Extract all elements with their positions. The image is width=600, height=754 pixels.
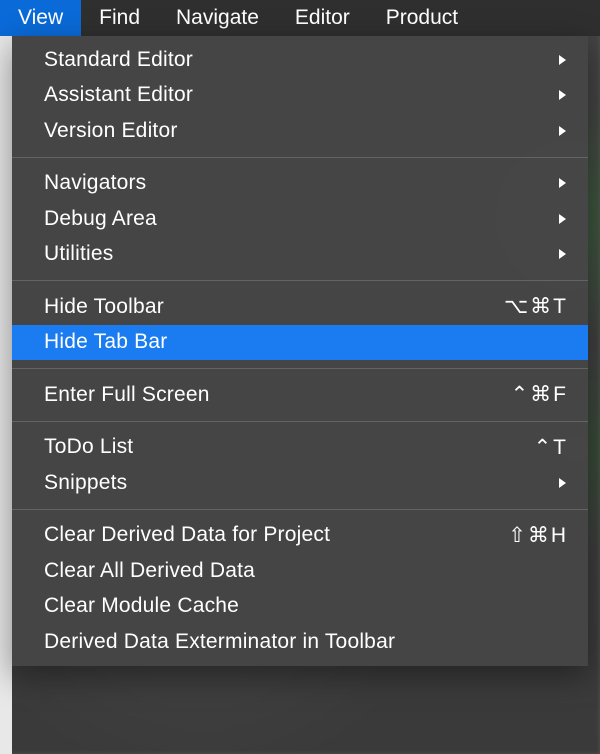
menu-item-clear-all-derived-data[interactable]: Clear All Derived Data	[12, 553, 588, 589]
menu-separator	[12, 157, 588, 158]
menu-item-label: Assistant Editor	[44, 83, 548, 107]
menu-item-label: Clear All Derived Data	[44, 559, 568, 583]
menu-item-shortcut: ⌃T	[488, 435, 568, 460]
submenu-arrow-icon	[548, 171, 568, 195]
menu-item-label: Utilities	[44, 242, 548, 266]
menu-item-shortcut: ⌃⌘F	[488, 382, 568, 407]
submenu-arrow-icon	[548, 471, 568, 495]
menu-item-utilities[interactable]: Utilities	[12, 237, 588, 273]
menu-item-clear-module-cache[interactable]: Clear Module Cache	[12, 589, 588, 625]
menu-item-label: Derived Data Exterminator in Toolbar	[44, 630, 568, 654]
submenu-arrow-icon	[548, 207, 568, 231]
menu-item-hide-toolbar[interactable]: Hide Toolbar⌥⌘T	[12, 289, 588, 325]
submenu-arrow-icon	[548, 48, 568, 72]
menu-separator	[12, 421, 588, 422]
menu-item-label: Enter Full Screen	[44, 383, 488, 407]
background-left-strip	[0, 36, 12, 754]
menu-item-label: Snippets	[44, 471, 548, 495]
menu-item-assistant-editor[interactable]: Assistant Editor	[12, 78, 588, 114]
menu-item-enter-full-screen[interactable]: Enter Full Screen⌃⌘F	[12, 377, 588, 413]
menu-item-hide-tab-bar[interactable]: Hide Tab Bar	[12, 325, 588, 361]
menu-item-clear-derived-data-project[interactable]: Clear Derived Data for Project⇧⌘H	[12, 518, 588, 554]
menu-item-shortcut: ⌥⌘T	[488, 294, 568, 319]
menu-item-derived-data-exterminator-toolbar[interactable]: Derived Data Exterminator in Toolbar	[12, 624, 588, 660]
menu-item-label: Clear Module Cache	[44, 594, 568, 618]
menu-item-shortcut: ⇧⌘H	[488, 523, 568, 548]
menubar-item-view[interactable]: View	[0, 0, 81, 36]
menu-separator	[12, 368, 588, 369]
menubar-item-editor[interactable]: Editor	[277, 0, 368, 36]
menu-item-version-editor[interactable]: Version Editor	[12, 113, 588, 149]
menu-item-label: Debug Area	[44, 207, 548, 231]
menu-item-navigators[interactable]: Navigators	[12, 166, 588, 202]
menu-separator	[12, 509, 588, 510]
menu-item-label: Clear Derived Data for Project	[44, 523, 488, 547]
menu-item-label: Navigators	[44, 171, 548, 195]
menu-item-label: Hide Toolbar	[44, 295, 488, 319]
menu-item-label: Version Editor	[44, 119, 548, 143]
menubar: View Find Navigate Editor Product	[0, 0, 600, 36]
submenu-arrow-icon	[548, 119, 568, 143]
menu-item-label: Standard Editor	[44, 48, 548, 72]
menu-item-label: ToDo List	[44, 435, 488, 459]
menu-item-debug-area[interactable]: Debug Area	[12, 201, 588, 237]
menu-item-snippets[interactable]: Snippets	[12, 465, 588, 501]
menu-separator	[12, 280, 588, 281]
menubar-item-navigate[interactable]: Navigate	[158, 0, 277, 36]
view-menu-dropdown: Standard Editor Assistant Editor Version E…	[12, 36, 588, 666]
menu-item-todo-list[interactable]: ToDo List⌃T	[12, 430, 588, 466]
menu-item-label: Hide Tab Bar	[44, 330, 568, 354]
menubar-item-find[interactable]: Find	[81, 0, 158, 36]
submenu-arrow-icon	[548, 83, 568, 107]
menu-item-standard-editor[interactable]: Standard Editor	[12, 42, 588, 78]
menubar-item-product[interactable]: Product	[368, 0, 476, 36]
submenu-arrow-icon	[548, 242, 568, 266]
